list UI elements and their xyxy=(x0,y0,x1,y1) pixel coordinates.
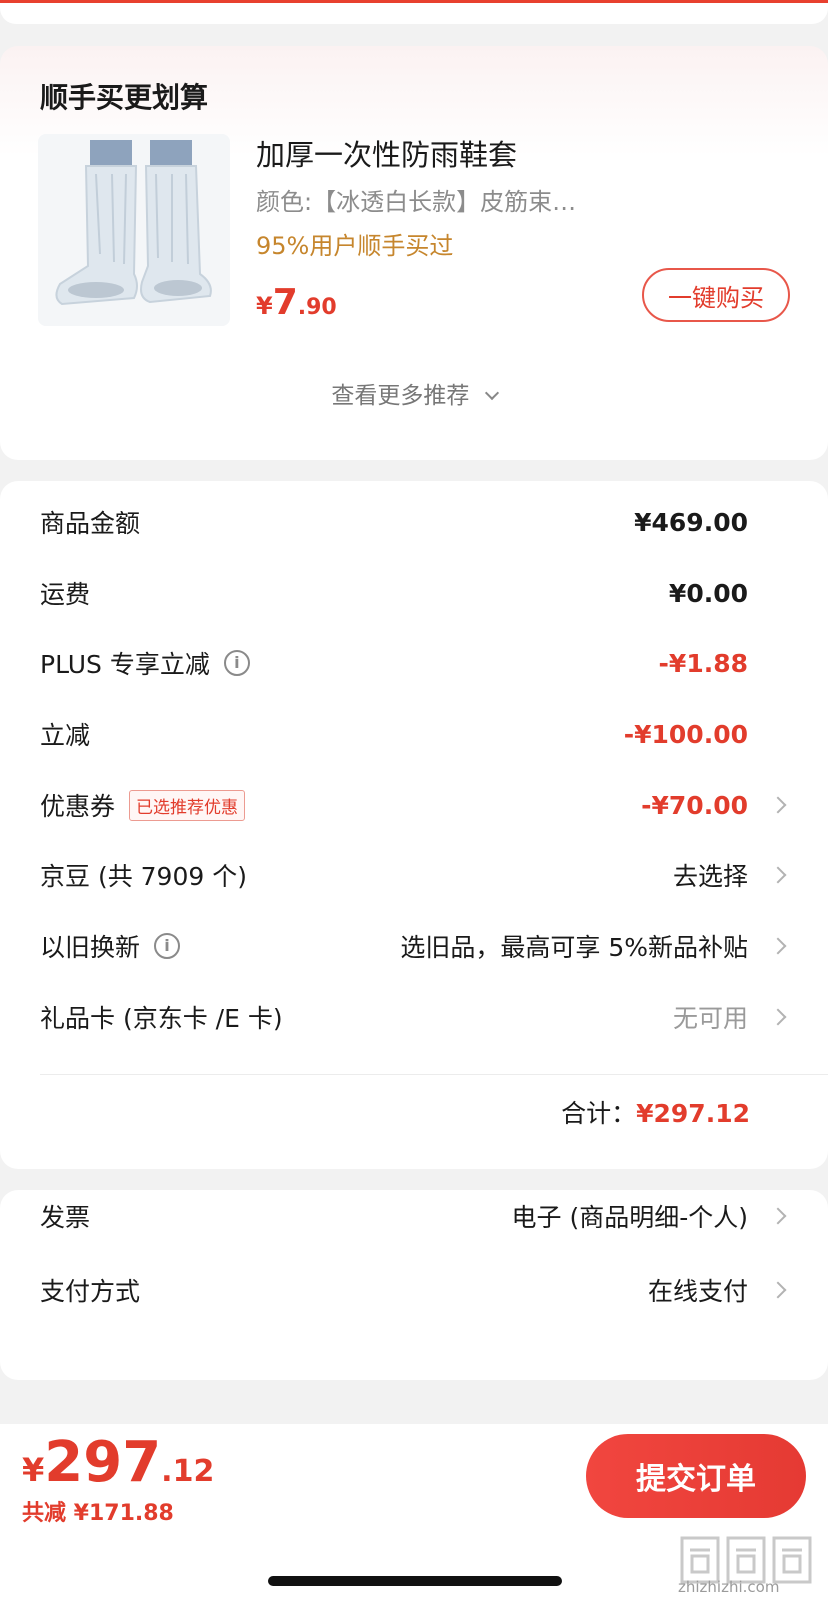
product-spec: 颜色:【冰透白长款】皮筋束… xyxy=(256,188,577,216)
fee-row-jingdou[interactable]: 京豆 (共 7909 个) 去选择 xyxy=(40,855,798,895)
divider xyxy=(40,1074,828,1075)
product-name[interactable]: 加厚一次性防雨鞋套 xyxy=(256,132,517,174)
info-icon[interactable]: i xyxy=(154,933,181,959)
chevron-down-icon xyxy=(484,385,499,401)
payment-method-value: 在线支付 xyxy=(647,1277,748,1306)
product-tag: 95%用户顺手买过 xyxy=(256,232,454,260)
product-price: ¥7.90 xyxy=(256,282,337,323)
fee-row-giftcard[interactable]: 礼品卡 (京东卡 /E 卡) 无可用 xyxy=(40,997,798,1037)
fee-label: 运费 xyxy=(40,580,91,609)
fee-row-shipping: 运费 ¥0.00 xyxy=(40,573,798,613)
fee-row-plus: PLUS 专享立减 i -¥1.88 xyxy=(40,643,798,683)
bottom-price-symbol: ¥ xyxy=(22,1451,45,1489)
total-saving: 共减 ¥171.88 xyxy=(22,1501,174,1526)
info-icon[interactable]: i xyxy=(223,650,250,676)
price-symbol: ¥ xyxy=(256,292,273,320)
invoice-row[interactable]: 发票 电子 (商品明细-个人) xyxy=(40,1196,798,1236)
price-decimal: .90 xyxy=(297,295,337,320)
recommend-card: 顺手买更划算 加厚一次性防雨鞋套 颜色:【冰透白长款】皮筋束… 95%用户顺手买… xyxy=(0,46,828,460)
home-indicator[interactable] xyxy=(268,1576,562,1586)
fee-row-tradein[interactable]: 以旧换新 i 选旧品，最高可享 5%新品补贴 xyxy=(40,926,798,966)
fee-label-wrap: 优惠券 已选推荐优惠 xyxy=(40,787,246,823)
more-recommendations-link[interactable]: 查看更多推荐 xyxy=(0,376,828,410)
recommend-title: 顺手买更划算 xyxy=(40,81,209,114)
chevron-right-icon xyxy=(769,1207,787,1225)
payment-method-row[interactable]: 支付方式 在线支付 xyxy=(40,1270,798,1310)
total-row: 合计：¥297.12 xyxy=(561,1094,750,1130)
more-recommendations-label: 查看更多推荐 xyxy=(331,383,470,409)
total-value: ¥297.12 xyxy=(636,1099,750,1128)
fee-label: 立减 xyxy=(40,721,91,750)
chevron-right-icon xyxy=(769,866,787,884)
price-integer: 7 xyxy=(272,282,298,323)
fee-label: 以旧换新 xyxy=(40,933,141,962)
coupon-badge: 已选推荐优惠 xyxy=(129,789,246,821)
payment-method-label: 支付方式 xyxy=(40,1277,141,1306)
fee-row-discount: 立减 -¥100.00 xyxy=(40,714,798,754)
fee-label: 礼品卡 (京东卡 /E 卡) xyxy=(40,1004,283,1033)
invoice-label: 发票 xyxy=(40,1203,91,1232)
bottom-price-integer: 297 xyxy=(44,1430,162,1495)
fee-value: ¥0.00 xyxy=(668,578,748,608)
rain-shoe-cover-image[interactable] xyxy=(38,134,230,326)
fee-row-goods: 商品金额 ¥469.00 xyxy=(40,502,798,542)
bottom-price-decimal: .12 xyxy=(161,1454,215,1489)
fee-value: 无可用 xyxy=(672,1004,748,1033)
fee-label-wrap: PLUS 专享立减 i xyxy=(40,645,250,681)
fee-label-wrap: 以旧换新 i xyxy=(40,928,181,964)
submit-order-button[interactable]: 提交订单 xyxy=(586,1434,806,1518)
fee-value: -¥70.00 xyxy=(641,790,748,820)
one-click-buy-button[interactable]: 一键购买 xyxy=(642,268,790,322)
chevron-right-icon xyxy=(769,937,787,955)
total-label: 合计： xyxy=(561,1099,637,1128)
fee-value: 选旧品，最高可享 5%新品补贴 xyxy=(400,933,748,962)
chevron-right-icon xyxy=(769,1281,787,1299)
bottom-total-price: ¥297.12 xyxy=(22,1430,214,1495)
watermark-text: zhizhizhi.com xyxy=(678,1578,780,1596)
fee-value: -¥1.88 xyxy=(658,648,748,678)
fee-value: 去选择 xyxy=(672,862,748,891)
fee-row-coupon[interactable]: 优惠券 已选推荐优惠 -¥70.00 xyxy=(40,785,798,825)
chevron-right-icon xyxy=(769,796,787,814)
invoice-value: 电子 (商品明细-个人) xyxy=(511,1203,748,1232)
top-strip xyxy=(0,0,828,24)
fee-label: 商品金额 xyxy=(40,509,141,538)
fee-label: 京豆 (共 7909 个) xyxy=(40,862,247,891)
chevron-right-icon xyxy=(769,1008,787,1026)
fee-value: ¥469.00 xyxy=(634,507,748,537)
fee-label: PLUS 专享立减 xyxy=(40,650,210,679)
fee-label: 优惠券 xyxy=(40,792,116,821)
fee-value: -¥100.00 xyxy=(623,719,748,749)
